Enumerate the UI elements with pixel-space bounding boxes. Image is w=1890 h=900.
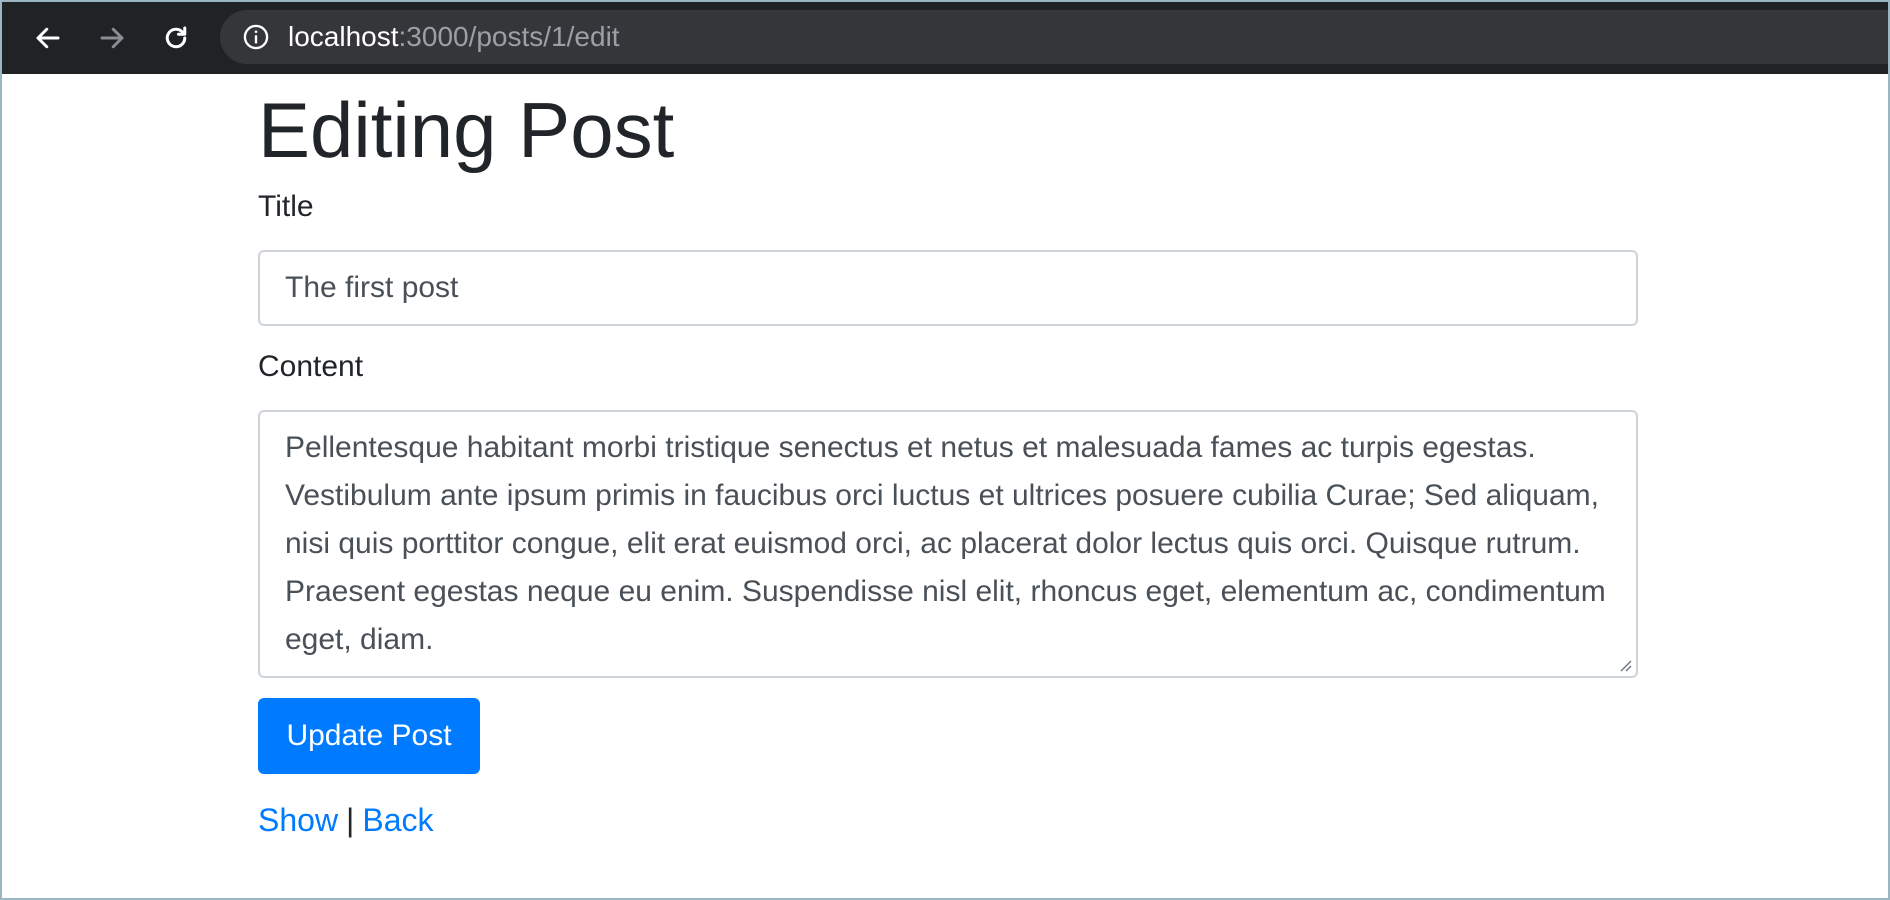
page-title: Editing Post	[258, 86, 675, 174]
update-post-button[interactable]: Update Post	[258, 698, 480, 774]
forward-button[interactable]	[90, 16, 134, 60]
content-label: Content	[258, 350, 364, 383]
url-host: localhost	[288, 21, 399, 52]
resize-grip-icon[interactable]	[1618, 658, 1632, 672]
back-button[interactable]	[26, 16, 70, 60]
show-link[interactable]: Show	[258, 802, 338, 838]
url-path: :3000/posts/1/edit	[398, 21, 620, 52]
content-textarea[interactable]: Pellentesque habitant morbi tristique se…	[258, 410, 1638, 678]
arrow-right-icon	[100, 27, 124, 49]
browser-toolbar: localhost:3000/posts/1/edit	[2, 2, 1888, 74]
reload-button[interactable]	[154, 16, 198, 60]
content-text: Pellentesque habitant morbi tristique se…	[285, 431, 1606, 656]
link-separator: |	[346, 802, 355, 838]
arrow-left-icon	[36, 27, 60, 49]
title-input[interactable]: The first post	[258, 250, 1638, 326]
url-text[interactable]: localhost:3000/posts/1/edit	[288, 10, 620, 64]
back-link[interactable]: Back	[362, 802, 433, 838]
footer-links: Show | Back	[258, 796, 434, 844]
info-circle-icon[interactable]	[242, 23, 270, 51]
reload-icon	[165, 26, 187, 49]
browser-window: localhost:3000/posts/1/edit Editing Post…	[0, 0, 1890, 900]
title-label: Title	[258, 190, 314, 223]
address-bar[interactable]: localhost:3000/posts/1/edit	[220, 10, 1888, 64]
